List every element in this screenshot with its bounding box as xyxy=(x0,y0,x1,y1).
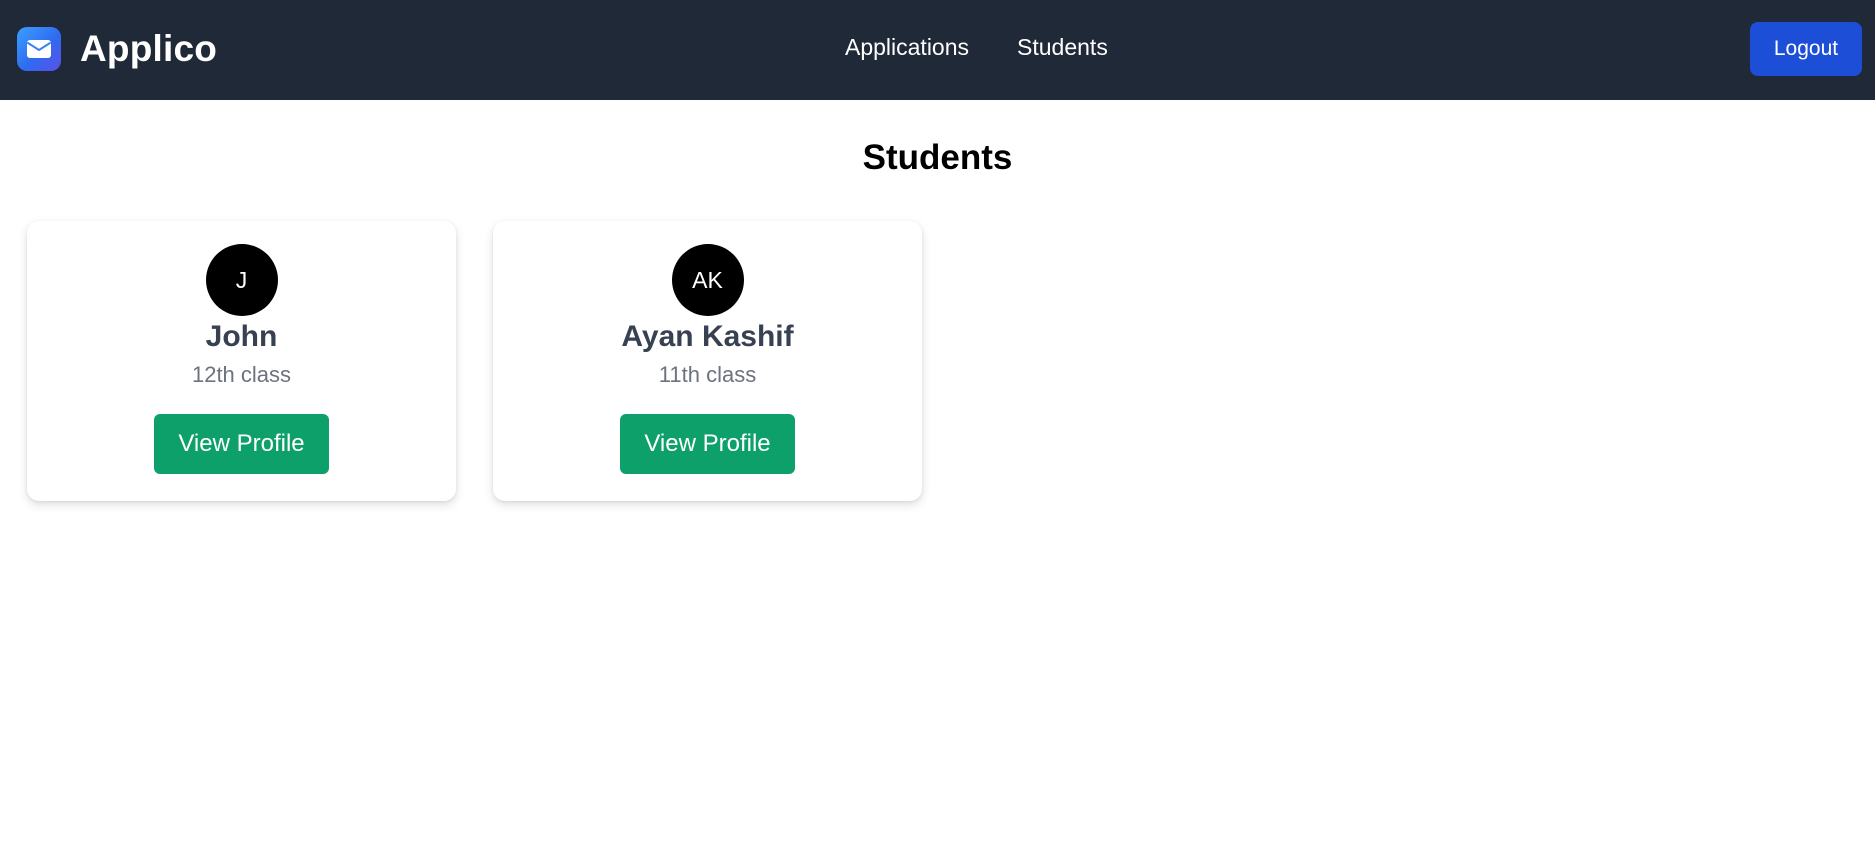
logout-button[interactable]: Logout xyxy=(1750,22,1862,76)
view-profile-button[interactable]: View Profile xyxy=(620,414,795,474)
page-title: Students xyxy=(862,138,1013,177)
main-nav: Applications Students xyxy=(845,34,1108,61)
envelope-icon xyxy=(17,27,61,71)
avatar: AK xyxy=(671,244,744,316)
nav-link-students[interactable]: Students xyxy=(1017,34,1108,61)
student-card: AK Ayan Kashif 11th class View Profile xyxy=(493,221,922,501)
nav-link-applications[interactable]: Applications xyxy=(845,34,969,61)
student-cards: J John 12th class View Profile AK Ayan K… xyxy=(27,221,922,501)
top-navbar: Applico Applications Students Logout xyxy=(0,0,1875,100)
student-card: J John 12th class View Profile xyxy=(27,221,456,501)
brand-name: Applico xyxy=(80,28,218,69)
student-class: 11th class xyxy=(658,362,757,387)
student-name: John xyxy=(205,320,278,353)
view-profile-button[interactable]: View Profile xyxy=(154,414,329,474)
student-class: 12th class xyxy=(191,362,292,387)
student-name: Ayan Kashif xyxy=(621,320,794,353)
brand[interactable]: Applico xyxy=(17,27,217,71)
avatar: J xyxy=(205,244,278,316)
